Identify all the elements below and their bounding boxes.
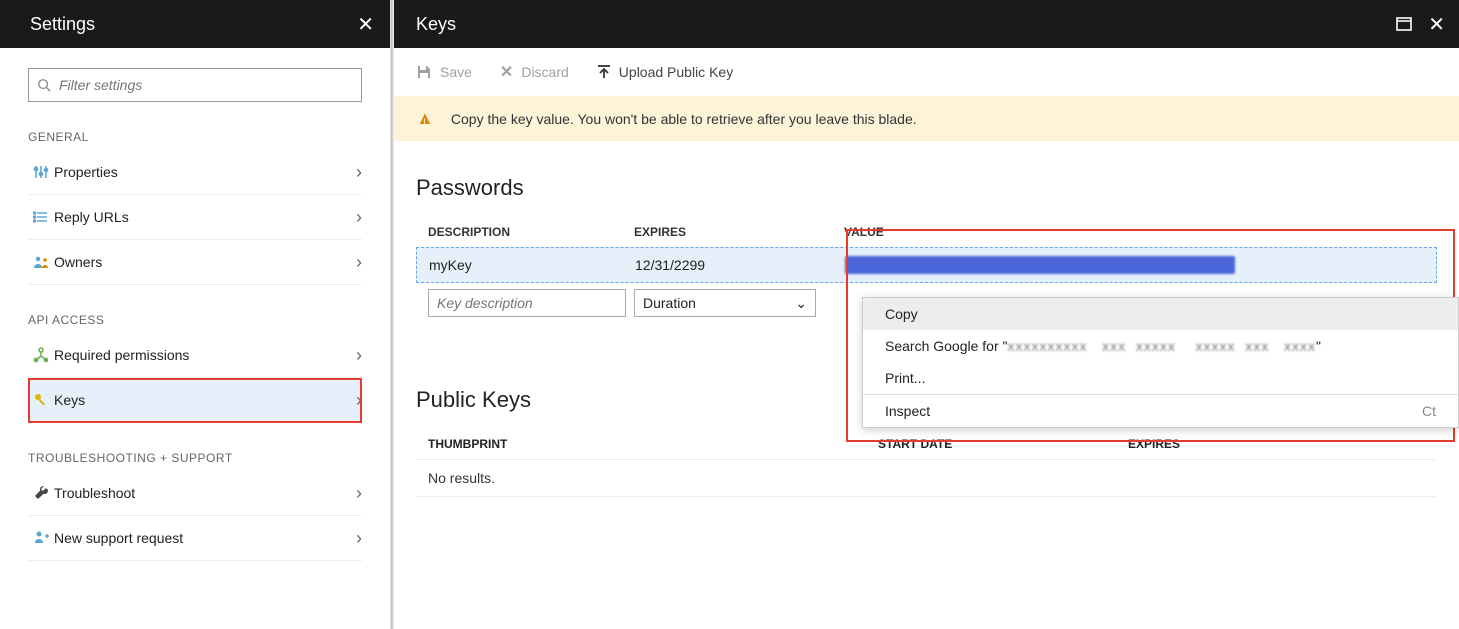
- context-copy[interactable]: Copy: [863, 298, 1458, 330]
- sidebar-item-label: Owners: [54, 254, 356, 270]
- shortcut-text: Ct: [1422, 403, 1436, 419]
- warning-banner: ▲! Copy the key value. You won't be able…: [394, 96, 1459, 141]
- context-search-google[interactable]: Search Google for "xxxxxxxxxx xxx xxxxx …: [863, 330, 1458, 362]
- search-input[interactable]: [57, 76, 353, 94]
- sliders-icon: [28, 164, 54, 180]
- sidebar-item-new-support-request[interactable]: New support request ›: [28, 516, 362, 561]
- col-thumbprint: THUMBPRINT: [428, 437, 878, 451]
- settings-header: Settings ✕: [0, 0, 390, 48]
- save-label: Save: [440, 64, 472, 80]
- chevron-down-icon: ⌄: [795, 295, 807, 312]
- sidebar-item-label: Troubleshoot: [54, 485, 356, 501]
- sidebar-item-label: Required permissions: [54, 347, 356, 363]
- chevron-right-icon: ›: [356, 162, 362, 183]
- chevron-right-icon: ›: [356, 252, 362, 273]
- chevron-right-icon: ›: [356, 345, 362, 366]
- col-value: VALUE: [844, 225, 1425, 239]
- passwords-heading: Passwords: [416, 175, 1437, 201]
- settings-panel: Settings ✕ GENERAL Properties ›: [0, 0, 391, 629]
- sidebar-item-required-permissions[interactable]: Required permissions ›: [28, 333, 362, 378]
- warning-icon: ▲!: [416, 108, 437, 129]
- maximize-icon[interactable]: [1396, 17, 1412, 31]
- discard-icon: ✕: [500, 62, 513, 82]
- password-value-selected[interactable]: [845, 256, 1235, 274]
- sidebar-item-owners[interactable]: Owners ›: [28, 240, 362, 285]
- close-icon[interactable]: ✕: [1428, 12, 1445, 37]
- context-print[interactable]: Print...: [863, 362, 1458, 394]
- public-keys-empty: No results.: [416, 459, 1437, 497]
- save-icon: [416, 64, 432, 80]
- section-troubleshooting: TROUBLESHOOTING + SUPPORT: [28, 451, 362, 465]
- password-expires: 12/31/2299: [635, 257, 845, 273]
- save-button[interactable]: Save: [416, 64, 472, 80]
- sidebar-item-properties[interactable]: Properties ›: [28, 150, 362, 195]
- chevron-right-icon: ›: [356, 207, 362, 228]
- keys-title: Keys: [416, 14, 456, 35]
- col-expires: EXPIRES: [1128, 437, 1180, 451]
- section-general: GENERAL: [28, 130, 362, 144]
- sidebar-item-label: Reply URLs: [54, 209, 356, 225]
- keys-header: Keys ✕: [394, 0, 1459, 48]
- sidebar-item-reply-urls[interactable]: Reply URLs ›: [28, 195, 362, 240]
- sidebar-item-label: Keys: [54, 392, 356, 408]
- key-description-input[interactable]: [428, 289, 626, 317]
- sidebar-item-label: New support request: [54, 530, 356, 546]
- chevron-right-icon: ›: [356, 528, 362, 549]
- password-row[interactable]: myKey 12/31/2299: [416, 247, 1437, 283]
- search-input-wrapper[interactable]: [28, 68, 362, 102]
- col-start-date: START DATE: [878, 437, 1128, 451]
- passwords-table-header: DESCRIPTION EXPIRES VALUE: [416, 217, 1437, 247]
- key-icon: [28, 392, 54, 408]
- redacted-text: xxxxxxxxxx xxx xxxxx xxxxx xxx xxxx: [1007, 338, 1315, 354]
- owners-icon: [28, 254, 54, 270]
- section-api-access: API ACCESS: [28, 313, 362, 327]
- password-value-cell[interactable]: [845, 256, 1424, 274]
- col-expires: EXPIRES: [634, 225, 844, 239]
- duration-label: Duration: [643, 295, 696, 311]
- permissions-icon: [28, 347, 54, 363]
- col-description: DESCRIPTION: [428, 225, 634, 239]
- context-inspect[interactable]: Inspect Ct: [863, 395, 1458, 427]
- support-icon: [28, 530, 54, 546]
- upload-label: Upload Public Key: [619, 64, 733, 80]
- duration-select[interactable]: Duration ⌄: [634, 289, 816, 317]
- chevron-right-icon: ›: [356, 390, 362, 411]
- sidebar-item-label: Properties: [54, 164, 356, 180]
- upload-icon: [597, 64, 611, 80]
- discard-button[interactable]: ✕ Discard: [500, 62, 569, 82]
- public-keys-table-header: THUMBPRINT START DATE EXPIRES: [416, 429, 1437, 459]
- password-description: myKey: [429, 257, 635, 273]
- settings-title: Settings: [30, 14, 95, 35]
- context-menu: Copy Search Google for "xxxxxxxxxx xxx x…: [862, 297, 1459, 428]
- close-icon[interactable]: ✕: [357, 12, 374, 37]
- upload-public-key-button[interactable]: Upload Public Key: [597, 64, 733, 80]
- wrench-icon: [28, 485, 54, 501]
- keys-toolbar: Save ✕ Discard Upload Public Key: [394, 48, 1459, 96]
- sidebar-item-troubleshoot[interactable]: Troubleshoot ›: [28, 471, 362, 516]
- sidebar-item-keys[interactable]: Keys ›: [28, 378, 362, 423]
- discard-label: Discard: [521, 64, 568, 80]
- chevron-right-icon: ›: [356, 483, 362, 504]
- warning-text: Copy the key value. You won't be able to…: [451, 111, 917, 127]
- search-icon: [37, 78, 51, 92]
- list-icon: [28, 209, 54, 225]
